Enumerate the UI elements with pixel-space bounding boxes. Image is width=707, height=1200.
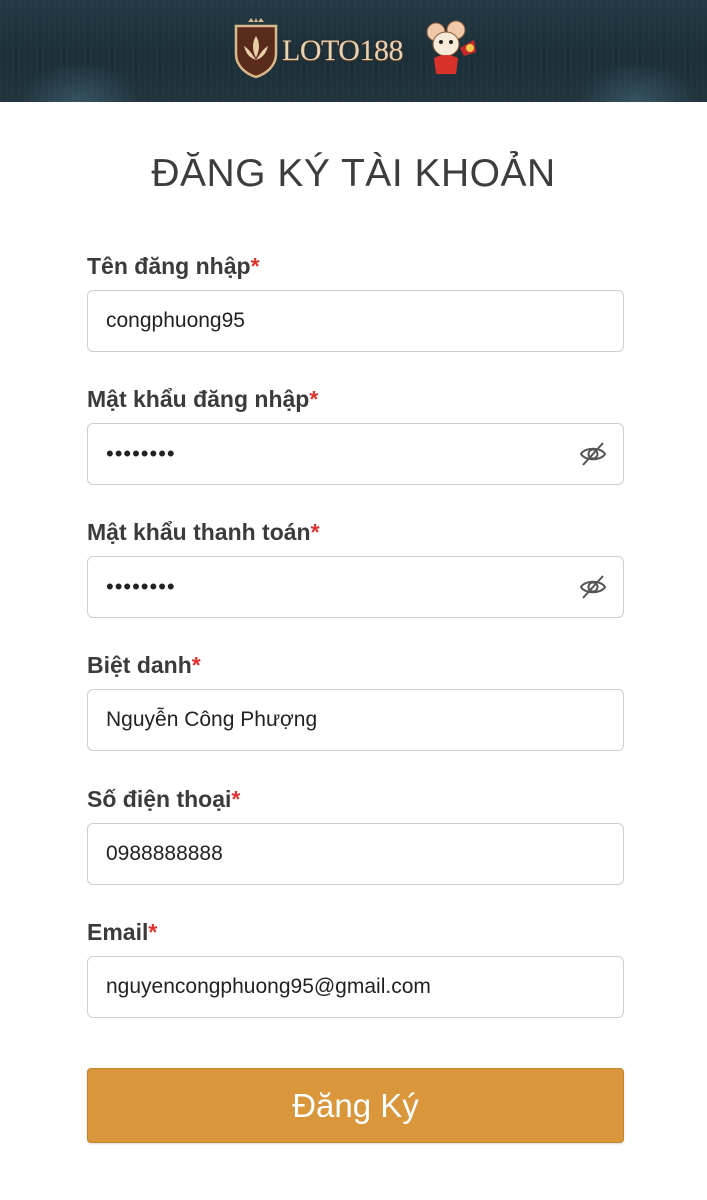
username-field[interactable]: congphuong95	[87, 290, 624, 352]
required-mark: *	[231, 786, 241, 812]
header-decoration-right	[577, 62, 697, 102]
eye-slash-icon[interactable]	[578, 439, 608, 469]
nickname-label: Biệt danh*	[87, 652, 201, 679]
required-mark: *	[310, 519, 320, 545]
password-value: ••••••••	[106, 441, 176, 466]
phone-field[interactable]: 0988888888	[87, 823, 624, 885]
payment-password-value: ••••••••	[106, 574, 176, 599]
brand-logo[interactable]: LOTO188	[232, 16, 482, 80]
payment-password-label-text: Mật khẩu thanh toán	[87, 519, 311, 545]
password-label-text: Mật khẩu đăng nhập	[87, 386, 310, 412]
nickname-label-text: Biệt danh	[87, 652, 192, 678]
brand-logo-text: LOTO188	[282, 34, 403, 67]
email-value: nguyencongphuong95@gmail.com	[106, 975, 431, 998]
mouse-mascot-icon	[426, 20, 476, 74]
register-button[interactable]: Đăng Ký	[87, 1068, 624, 1143]
required-mark: *	[309, 386, 319, 412]
username-value: congphuong95	[106, 309, 245, 332]
lotus-shield-logo-icon	[234, 18, 278, 78]
nickname-value: Nguyễn Công Phượng	[106, 708, 318, 731]
required-mark: *	[148, 919, 158, 945]
email-field[interactable]: nguyencongphuong95@gmail.com	[87, 956, 624, 1018]
site-header: LOTO188	[0, 0, 707, 102]
nickname-field[interactable]: Nguyễn Công Phượng	[87, 689, 624, 751]
phone-value: 0988888888	[106, 842, 223, 865]
eye-slash-icon[interactable]	[578, 572, 608, 602]
username-label-text: Tên đăng nhập	[87, 253, 251, 279]
email-label: Email*	[87, 919, 157, 946]
required-mark: *	[191, 652, 201, 678]
required-mark: *	[250, 253, 260, 279]
page-title: ĐĂNG KÝ TÀI KHOẢN	[151, 152, 556, 195]
email-label-text: Email	[87, 919, 149, 945]
phone-label: Số điện thoại*	[87, 786, 240, 813]
payment-password-field[interactable]: ••••••••	[87, 556, 624, 618]
password-field[interactable]: ••••••••	[87, 423, 624, 485]
password-label: Mật khẩu đăng nhập*	[87, 386, 318, 413]
phone-label-text: Số điện thoại	[87, 786, 232, 812]
username-label: Tên đăng nhập*	[87, 253, 260, 280]
payment-password-label: Mật khẩu thanh toán*	[87, 519, 320, 546]
header-decoration-left	[20, 62, 140, 102]
